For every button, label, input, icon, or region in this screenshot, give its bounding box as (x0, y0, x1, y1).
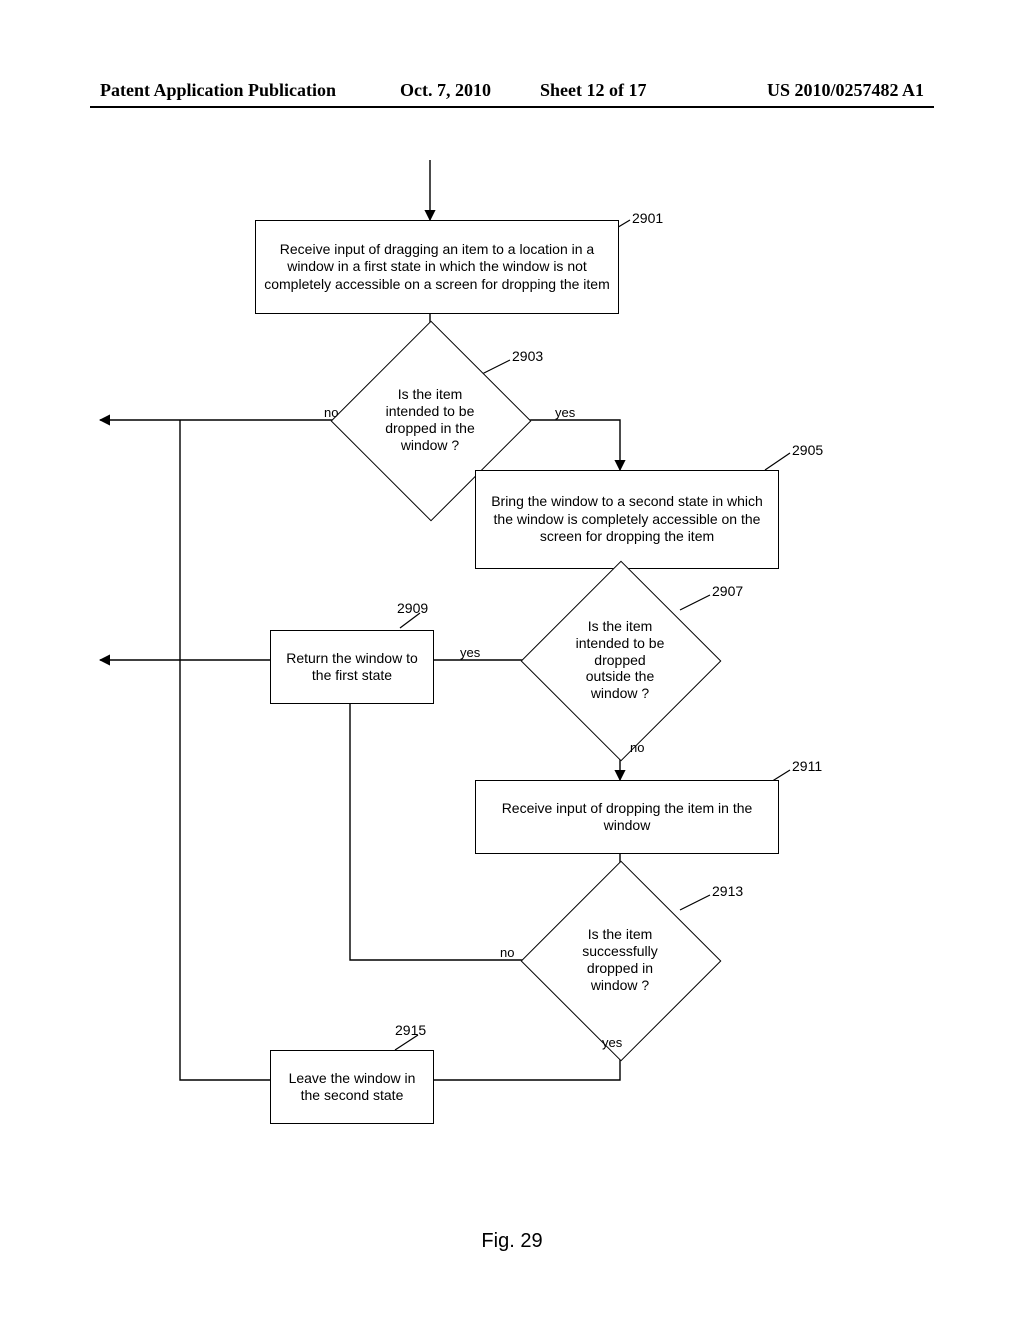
label-2907-no: no (630, 740, 644, 755)
ref-2903: 2903 (512, 348, 543, 364)
label-2907-yes: yes (460, 645, 480, 660)
figure-caption: Fig. 29 (0, 1230, 1024, 1253)
ref-2905: 2905 (792, 442, 823, 458)
process-2901-text: Receive input of dragging an item to a l… (262, 241, 612, 294)
decision-2913: Is the item successfully dropped in wind… (550, 890, 690, 1030)
page: Patent Application Publication Oct. 7, 2… (0, 0, 1024, 1320)
ref-2909: 2909 (397, 600, 428, 616)
ref-2907: 2907 (712, 583, 743, 599)
decision-2907-text: Is the item intended to be dropped outsi… (550, 590, 690, 730)
label-2903-yes: yes (555, 405, 575, 420)
process-2901: Receive input of dragging an item to a l… (255, 220, 619, 314)
header-publication: Patent Application Publication (100, 80, 336, 101)
decision-2907: Is the item intended to be dropped outsi… (550, 590, 690, 730)
header-sheet: Sheet 12 of 17 (540, 80, 647, 101)
process-2905: Bring the window to a second state in wh… (475, 470, 779, 569)
header-rule (90, 106, 934, 108)
process-2911-text: Receive input of dropping the item in th… (482, 800, 772, 835)
ref-2911: 2911 (792, 758, 822, 774)
process-2911: Receive input of dropping the item in th… (475, 780, 779, 854)
flow-connectors (0, 150, 1024, 1250)
label-2913-yes: yes (602, 1035, 622, 1050)
process-2915-text: Leave the window in the second state (277, 1070, 427, 1105)
process-2909-text: Return the window to the first state (277, 650, 427, 685)
header-date: Oct. 7, 2010 (400, 80, 491, 101)
ref-2915: 2915 (395, 1022, 426, 1038)
flowchart: Receive input of dragging an item to a l… (0, 150, 1024, 1250)
ref-2913: 2913 (712, 883, 743, 899)
decision-2913-text: Is the item successfully dropped in wind… (550, 890, 690, 1030)
header-pubno: US 2010/0257482 A1 (767, 80, 924, 101)
process-2909: Return the window to the first state (270, 630, 434, 704)
label-2913-no: no (500, 945, 514, 960)
process-2915: Leave the window in the second state (270, 1050, 434, 1124)
decision-2903: Is the item intended to be dropped in th… (360, 350, 500, 490)
process-2905-text: Bring the window to a second state in wh… (482, 493, 772, 546)
label-2903-no: no (324, 405, 338, 420)
ref-2901: 2901 (632, 210, 663, 226)
decision-2903-text: Is the item intended to be dropped in th… (360, 350, 500, 490)
